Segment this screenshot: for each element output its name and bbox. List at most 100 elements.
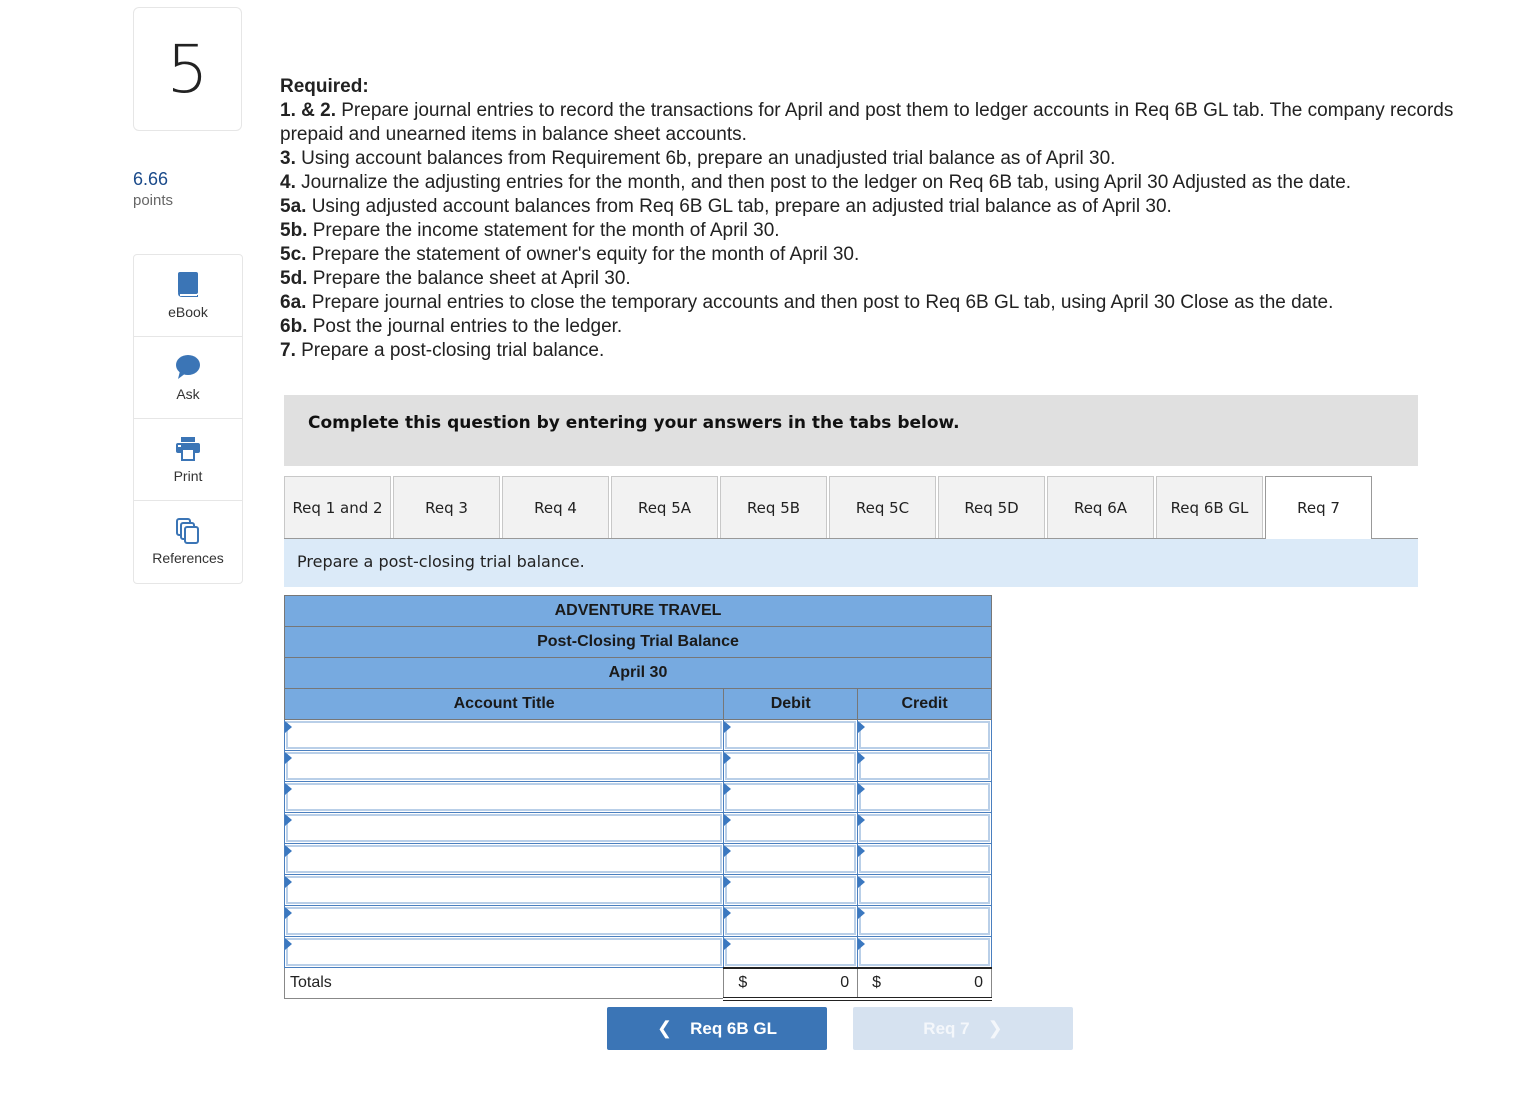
debit-input[interactable] [725, 876, 857, 904]
credit-total: $0 [857, 966, 992, 1001]
requirement-text: Prepare the balance sheet at April 30. [307, 268, 631, 289]
requirement-item: 4. Journalize the adjusting entries for … [280, 171, 1505, 195]
account-title-input[interactable] [286, 721, 723, 749]
debit-input-cell [723, 843, 859, 875]
dropdown-flag-icon [724, 752, 732, 764]
requirement-item: 1. & 2. Prepare journal entries to recor… [280, 99, 1505, 147]
requirement-item: 5c. Prepare the statement of owner's equ… [280, 243, 1505, 267]
credit-input-cell [857, 936, 992, 968]
references-button[interactable]: References [134, 501, 242, 583]
points-value: 6.66 [133, 169, 169, 189]
credit-input[interactable] [859, 783, 990, 811]
requirement-number: 7. [280, 340, 296, 361]
totals-label: Totals [283, 967, 725, 999]
requirement-item: 5d. Prepare the balance sheet at April 3… [280, 267, 1505, 291]
tab-req-5d[interactable]: Req 5D [938, 476, 1045, 538]
dropdown-flag-icon [285, 752, 292, 764]
dropdown-flag-icon [858, 845, 866, 857]
dropdown-flag-icon [858, 938, 866, 950]
requirement-number: 6b. [280, 316, 308, 337]
debit-total: $0 [723, 966, 859, 1001]
dropdown-flag-icon [724, 876, 732, 888]
instructions-banner: Complete this question by entering your … [284, 395, 1418, 466]
account-title-input[interactable] [286, 938, 723, 966]
credit-input[interactable] [859, 752, 990, 780]
debit-input[interactable] [725, 938, 857, 966]
debit-input[interactable] [725, 783, 857, 811]
requirement-item: 5b. Prepare the income statement for the… [280, 219, 1505, 243]
next-tab-button[interactable]: Req 7 ❯ [853, 1007, 1073, 1050]
credit-header: Credit [857, 688, 992, 720]
credit-input[interactable] [859, 814, 990, 842]
chevron-right-icon: ❯ [987, 1018, 1003, 1038]
statement-title: Post-Closing Trial Balance [284, 626, 992, 658]
company-name: ADVENTURE TRAVEL [284, 595, 992, 627]
debit-input[interactable] [725, 752, 857, 780]
ebook-label: eBook [168, 303, 208, 320]
printer-icon [175, 436, 201, 462]
credit-input[interactable] [859, 845, 990, 873]
account-title-input[interactable] [286, 876, 723, 904]
previous-tab-button[interactable]: ❮ Req 6B GL [607, 1007, 827, 1050]
tools-panel: eBook Ask Print References [133, 254, 243, 584]
requirement-tabs: Req 1 and 2 Req 3 Req 4 Req 5A Req 5B Re… [284, 476, 1418, 539]
tab-req-5c[interactable]: Req 5C [829, 476, 936, 538]
tab-req-6a[interactable]: Req 6A [1047, 476, 1154, 538]
credit-input-cell [857, 781, 992, 813]
account-title-input[interactable] [286, 845, 723, 873]
table-row [283, 750, 992, 782]
next-tab-label: Req 7 [923, 1018, 970, 1038]
ebook-button[interactable]: eBook [134, 255, 242, 337]
question-number: 5 [133, 7, 242, 131]
requirement-text: Prepare journal entries to close the tem… [306, 292, 1334, 313]
debit-input[interactable] [725, 814, 857, 842]
tab-req-5a[interactable]: Req 5A [611, 476, 718, 538]
account-title-input[interactable] [286, 752, 723, 780]
account-title-input-cell [283, 874, 725, 906]
requirement-number: 5a. [280, 196, 307, 217]
requirements-heading: Required: [280, 76, 369, 97]
credit-input-cell [857, 905, 992, 937]
table-row [283, 843, 992, 875]
account-title-input-cell [283, 812, 725, 844]
dropdown-flag-icon [858, 907, 866, 919]
account-title-input[interactable] [286, 907, 723, 935]
dropdown-flag-icon [724, 814, 732, 826]
dropdown-flag-icon [858, 721, 866, 733]
currency-symbol: $ [872, 973, 882, 991]
credit-input-cell [857, 843, 992, 875]
table-row [283, 719, 992, 751]
account-title-header: Account Title [283, 688, 725, 720]
ask-button[interactable]: Ask [134, 337, 242, 419]
account-title-input[interactable] [286, 783, 723, 811]
debit-input[interactable] [725, 721, 857, 749]
dropdown-flag-icon [285, 814, 292, 826]
tab-req-1-and-2[interactable]: Req 1 and 2 [284, 476, 391, 538]
print-button[interactable]: Print [134, 419, 242, 501]
debit-input-cell [723, 781, 859, 813]
tab-req-4[interactable]: Req 4 [502, 476, 609, 538]
account-title-input[interactable] [286, 814, 723, 842]
tab-req-3[interactable]: Req 3 [393, 476, 500, 538]
requirement-text: Prepare the statement of owner's equity … [306, 244, 860, 265]
requirement-item: 3. Using account balances from Requireme… [280, 147, 1505, 171]
dropdown-flag-icon [285, 845, 292, 857]
currency-symbol: $ [738, 973, 748, 991]
debit-total-value: 0 [840, 973, 850, 991]
tab-req-6b-gl[interactable]: Req 6B GL [1156, 476, 1263, 538]
tab-req-5b[interactable]: Req 5B [720, 476, 827, 538]
credit-input[interactable] [859, 876, 990, 904]
credit-input-cell [857, 719, 992, 751]
ask-label: Ask [176, 385, 200, 402]
account-title-input-cell [283, 905, 725, 937]
debit-input[interactable] [725, 845, 857, 873]
requirement-item: 7. Prepare a post-closing trial balance. [280, 339, 1505, 363]
requirement-text: Prepare a post-closing trial balance. [295, 340, 605, 361]
credit-input[interactable] [859, 907, 990, 935]
table-row [283, 812, 992, 844]
tab-req-7[interactable]: Req 7 [1265, 476, 1372, 539]
debit-input[interactable] [725, 907, 857, 935]
dropdown-flag-icon [724, 721, 732, 733]
credit-input[interactable] [859, 721, 990, 749]
credit-input[interactable] [859, 938, 990, 966]
